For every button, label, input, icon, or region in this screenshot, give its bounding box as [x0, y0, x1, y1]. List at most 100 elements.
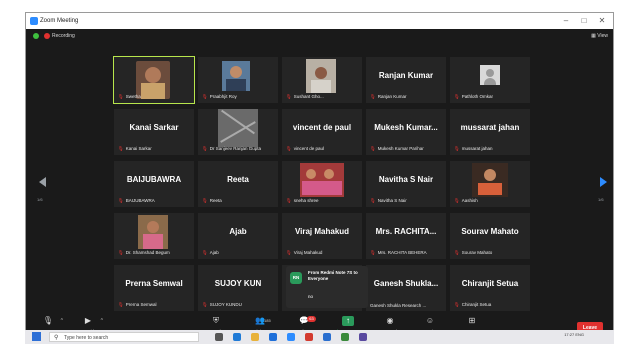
system-clock[interactable]: 17:27 ENG [564, 332, 584, 337]
muted-mic-icon: 🎙 [370, 250, 376, 255]
participant-label: 🎙 Dr. Shamshad Begum [118, 250, 170, 255]
chat-sender: From Redmi Note 7S to Everyone [308, 270, 358, 281]
participant-tile[interactable]: 🎙 Pathloth Omkar [450, 57, 530, 103]
participant-label: 🎙 SUJOY KUNDU [202, 302, 242, 307]
participant-name: vincent de paul [292, 123, 352, 132]
chat-unread-badge: 63 [307, 316, 316, 322]
word-icon[interactable] [323, 333, 331, 341]
muted-mic-icon: 🎙 [286, 94, 292, 99]
page-indicator-right: 1/6 [598, 197, 604, 202]
participant-tile[interactable]: Sourav Mahato 🎙 Sourav Mahato [450, 213, 530, 259]
chat-notification-popup[interactable]: RN From Redmi Note 7S to Everyone no [286, 266, 368, 308]
participant-tile[interactable]: 🎙 Sushant Gho... [282, 57, 362, 103]
participant-tile[interactable]: 🎙 Praabhjit Roy [198, 57, 278, 103]
participant-tile[interactable]: vincent de paul 🎙 vincent de paul [282, 109, 362, 155]
participant-label: 🎙 Ranjan Kumar [370, 94, 407, 99]
muted-mic-icon: 🎙 [118, 250, 124, 255]
muted-mic-icon: 🎙 [118, 198, 124, 203]
participant-name: Chiranjit Setua [461, 279, 519, 288]
muted-mic-icon: 🎙 [370, 146, 376, 151]
next-page-arrow-icon[interactable] [600, 177, 607, 187]
participant-name: Kanai Sarkar [129, 123, 179, 132]
participant-tile[interactable]: 🎙 Dr Sanjeev Ranjan Gupta [198, 109, 278, 155]
video-options-caret-icon[interactable]: ^ [101, 318, 103, 324]
participant-name: Sourav Mahato [461, 227, 519, 236]
task-view-icon[interactable] [215, 333, 223, 341]
participant-label: Ganesh Shukla Research ... [370, 303, 427, 308]
muted-mic-icon: 🎙 [202, 302, 208, 307]
participant-tile[interactable]: Viraj Mahakud 🎙 Viraj Mahakud [282, 213, 362, 259]
language-indicator[interactable]: ENG [575, 332, 584, 337]
participant-name: Navitha S Nair [378, 175, 434, 184]
participant-tile[interactable]: SUJOY KUN 🎙 SUJOY KUNDU [198, 265, 278, 311]
participant-tile[interactable]: Reeta 🎙 Reeta [198, 161, 278, 207]
participant-photo [300, 163, 344, 197]
view-label: View [597, 33, 608, 39]
previous-page-arrow-icon[interactable] [39, 177, 46, 187]
close-button[interactable]: ✕ [595, 15, 609, 27]
participant-tile[interactable]: Chiranjit Setua 🎙 Chiranjit Setua [450, 265, 530, 311]
participant-label: 🎙 Reeta [202, 198, 222, 203]
participant-label: 🎙 Sushant Gho... [286, 94, 324, 99]
zoom-window: Zoom Meeting – □ ✕ Recording ▦ View 1/6 … [25, 12, 614, 344]
share-screen-icon: ↑ [342, 316, 354, 326]
participant-tile[interactable]: 🎙 sneha shree [282, 161, 362, 207]
participant-tile[interactable]: Ganesh Shukla... Ganesh Shukla Research … [366, 265, 446, 311]
title-bar: Zoom Meeting – □ ✕ [26, 13, 613, 29]
participant-label: 🎙 Mukesh Kumar Parihar [370, 146, 424, 151]
participant-name: Reeta [227, 175, 249, 184]
recording-label: Recording [52, 33, 75, 39]
participant-tile[interactable]: mussarat jahan 🎙 mussarat jahan [450, 109, 530, 155]
participant-name: Ranjan Kumar [378, 71, 434, 80]
participant-name: mussarat jahan [460, 123, 520, 132]
participant-tile[interactable]: 🎙 Aashish [450, 161, 530, 207]
muted-mic-icon: 🎙 [286, 146, 292, 151]
participant-tile[interactable]: Mukesh Kumar... 🎙 Mukesh Kumar Parihar [366, 109, 446, 155]
muted-mic-icon: 🎙 [370, 198, 376, 203]
view-button[interactable]: ▦ View [591, 33, 608, 39]
participant-tile[interactable]: Navitha S Nair 🎙 Navitha S Nair [366, 161, 446, 207]
security-shield-icon[interactable] [33, 33, 39, 39]
maximize-button[interactable]: □ [577, 15, 591, 27]
edge-browser-icon[interactable] [233, 333, 241, 341]
participant-photo [218, 109, 258, 147]
participant-tile[interactable]: Prerna Semwal 🎙 Prerna Semwal [114, 265, 194, 311]
file-explorer-icon[interactable] [251, 333, 259, 341]
participant-label: 🎙 Mrs. RACHITA BEHERA [370, 250, 427, 255]
security-icon: ⛨ [213, 316, 219, 325]
participant-tile[interactable]: Kanai Sarkar 🎙 Kanai Sarkar [114, 109, 194, 155]
muted-mic-icon: 🎙 [370, 94, 376, 99]
participant-label: 🎙 Kanai Sarkar [118, 146, 152, 151]
participant-label: 🎙 Prerna Semwal [118, 302, 157, 307]
excel-icon[interactable] [341, 333, 349, 341]
muted-mic-icon: 🎙 [454, 302, 460, 307]
participant-tile[interactable]: Mrs. RACHITA... 🎙 Mrs. RACHITA BEHERA [366, 213, 446, 259]
participant-tile[interactable]: BAIJUBAWRA 🎙 BAIJUBAWRA [114, 161, 194, 207]
muted-mic-icon: 🎙 [202, 250, 208, 255]
participant-label: 🎙 Navitha S Nair [370, 198, 407, 203]
participant-label: 🎙 BAIJUBAWRA [118, 198, 155, 203]
chat-message: no [308, 294, 314, 299]
zoom-taskbar-icon[interactable] [287, 333, 295, 341]
muted-mic-icon: 🎙 [118, 146, 124, 151]
muted-mic-icon: 🎙 [286, 198, 292, 203]
participant-tile[interactable]: 🎙 Dr. Shamshad Begum [114, 213, 194, 259]
participant-tile[interactable]: Ajab 🎙 Ajab [198, 213, 278, 259]
minimize-button[interactable]: – [559, 15, 573, 27]
app-icon[interactable] [305, 333, 313, 341]
recording-dot-icon [44, 33, 50, 39]
teams-icon[interactable] [359, 333, 367, 341]
window-title: Zoom Meeting [40, 18, 79, 24]
participant-name: SUJOY KUN [214, 279, 262, 288]
mic-muted-icon: 🎙 [42, 316, 54, 325]
muted-mic-icon: 🎙 [454, 198, 460, 203]
participant-photo [138, 215, 168, 249]
participant-tile[interactable]: Ranjan Kumar 🎙 Ranjan Kumar [366, 57, 446, 103]
meeting-info-bar: Recording ▦ View [26, 29, 613, 43]
mail-icon[interactable] [269, 333, 277, 341]
audio-options-caret-icon[interactable]: ^ [61, 318, 63, 324]
reactions-icon: ☺ [425, 316, 435, 325]
participant-tile[interactable]: 🎙 Swetha [113, 56, 195, 104]
windows-start-icon[interactable] [32, 332, 41, 341]
taskbar-search-box[interactable]: ⚲ Type here to search [49, 332, 199, 342]
